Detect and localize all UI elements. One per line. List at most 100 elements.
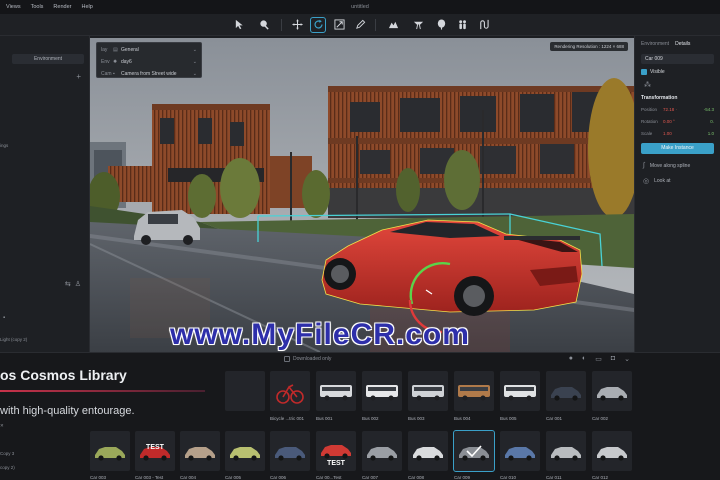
library-item-car-008[interactable] xyxy=(408,431,448,471)
menu-tools[interactable]: Tools xyxy=(31,4,44,10)
sun-icon: ✹ xyxy=(113,58,118,65)
select-arrow-icon xyxy=(235,19,243,30)
camera-icon[interactable]: ▪ xyxy=(3,315,5,321)
make-instance-button[interactable]: Make Instance xyxy=(641,143,714,154)
library-item-bus-001[interactable] xyxy=(316,371,356,411)
library-item-label: Bus 004 xyxy=(454,416,471,421)
library-side-item[interactable]: Copy 3 xyxy=(0,451,14,456)
chevron-down-icon: ⌄ xyxy=(192,70,197,77)
library-item-label: Bus 005 xyxy=(500,416,517,421)
tab-environment[interactable]: Environment xyxy=(641,41,669,47)
object-name-field[interactable]: Car 009 xyxy=(641,54,714,64)
library-item-car-002[interactable] xyxy=(592,371,632,411)
add-icon[interactable]: + xyxy=(76,72,81,81)
left-list-item[interactable]: ings xyxy=(0,143,8,148)
library-item-car-001[interactable] xyxy=(546,371,586,411)
transformation-heading: Transformation xyxy=(641,95,678,101)
globe-icon[interactable]: ● xyxy=(569,355,573,363)
rotation-y-field[interactable]: 0. xyxy=(691,119,714,124)
environment-tab[interactable]: Environment xyxy=(12,54,84,64)
car-icon xyxy=(95,447,125,461)
tree-icon xyxy=(437,19,445,30)
position-label: Position xyxy=(641,106,658,112)
library-side-item[interactable]: ✕ xyxy=(0,423,4,429)
position-x-field[interactable]: 72.18 · xyxy=(663,107,691,112)
move-tool[interactable] xyxy=(289,17,305,33)
list-icon[interactable]: ⇆ xyxy=(65,280,71,288)
people-icon[interactable]: ♙ xyxy=(75,280,81,288)
library-item-label: Car 002 xyxy=(592,416,609,421)
spline-icon: ∫ xyxy=(643,162,645,169)
library-item-car-011[interactable] xyxy=(546,431,586,471)
move-spline-label: Move along spline xyxy=(649,162,691,169)
tab-details[interactable]: Details xyxy=(675,41,690,47)
left-list-item[interactable]: Light (copy 2) xyxy=(0,337,27,342)
people-tool[interactable] xyxy=(454,17,470,33)
library-side-item[interactable]: copy 2) xyxy=(0,465,15,470)
terrain-tool[interactable] xyxy=(383,17,403,33)
library-item-car-007[interactable] xyxy=(362,431,402,471)
library-item-car-003-test[interactable]: TEST xyxy=(135,431,175,471)
library-item-empty[interactable] xyxy=(225,371,265,411)
paint-icon xyxy=(259,20,269,30)
environment-select[interactable]: Env ✹ day6 ⌄ xyxy=(97,56,201,67)
paint-tool[interactable] xyxy=(254,17,274,33)
layer-value: General xyxy=(121,46,139,53)
library-item-bus-003[interactable] xyxy=(408,371,448,411)
chevron-down-icon: ⌄ xyxy=(192,58,197,65)
palette-icon[interactable]: ◐ xyxy=(582,355,586,363)
library-item-car-005[interactable] xyxy=(225,431,265,471)
terrain-icon xyxy=(388,21,398,29)
menu-views[interactable]: Views xyxy=(6,4,21,10)
library-item-car-test[interactable]: TEST xyxy=(316,431,356,471)
3d-viewport[interactable]: lay ▤ General ⌄ Env ✹ day6 ⌄ Cam ▪ Camer… xyxy=(90,38,634,352)
library-item-car-006[interactable] xyxy=(270,431,310,471)
library-subtitle: with high-quality entourage. xyxy=(0,405,135,417)
test-tag: TEST xyxy=(146,444,164,451)
library-item-bus-002[interactable] xyxy=(362,371,402,411)
library-item-bicycle[interactable] xyxy=(270,371,310,411)
camera-icon: ▪ xyxy=(113,70,115,77)
menu-help[interactable]: Help xyxy=(81,4,92,10)
downloaded-only-toggle[interactable]: Downloaded only xyxy=(284,356,331,362)
pen-tool[interactable] xyxy=(352,17,368,33)
library-item-car-012[interactable] xyxy=(592,431,632,471)
scale-x-field[interactable]: 1.00 xyxy=(663,131,691,136)
scale-y-field[interactable]: 1.0 xyxy=(691,131,714,136)
scale-tool[interactable] xyxy=(331,17,347,33)
camera-icon[interactable]: ◘ xyxy=(611,355,615,363)
menu-render[interactable]: Render xyxy=(53,4,71,10)
node-icon: ⁂ xyxy=(644,82,651,89)
tree-tool[interactable] xyxy=(433,17,449,33)
library-item-label: Car 00...Test xyxy=(316,475,342,480)
bus-icon xyxy=(412,385,444,401)
library-tools: ● ◐ ▭ ◘ ⌄ xyxy=(569,355,630,363)
car-icon xyxy=(551,447,581,461)
move-along-spline-button[interactable]: ∫ Move along spline xyxy=(643,162,712,169)
toolbar-separator xyxy=(281,18,282,31)
library-item-bus-005[interactable] xyxy=(500,371,540,411)
select-tool[interactable] xyxy=(229,17,249,33)
road-tool[interactable] xyxy=(408,17,428,33)
visible-toggle[interactable]: Visible xyxy=(641,69,714,75)
position-y-field[interactable]: -54.3 xyxy=(691,107,714,112)
library-item-car-003[interactable] xyxy=(90,431,130,471)
library-item-car-004[interactable] xyxy=(180,431,220,471)
right-panel-tabs: Environment Details xyxy=(635,36,720,52)
look-at-button[interactable]: ◎ Look at xyxy=(643,177,712,185)
library-item-bus-004[interactable] xyxy=(454,371,494,411)
rotation-x-field[interactable]: 0.00 ° xyxy=(663,119,691,124)
layer-key: lay xyxy=(101,46,108,53)
library-item-car-009[interactable] xyxy=(453,430,495,472)
road-icon xyxy=(413,21,423,30)
library-item-label: Car 012 xyxy=(592,475,609,480)
car-icon xyxy=(551,387,581,401)
camera-select[interactable]: Cam ▪ Camera from Street wide ⌄ xyxy=(97,68,201,79)
chevron-down-icon[interactable]: ⌄ xyxy=(624,355,630,363)
library-item-car-010[interactable] xyxy=(500,431,540,471)
layer-select[interactable]: lay ▤ General ⌄ xyxy=(97,44,201,55)
rotate-tool[interactable] xyxy=(310,16,326,33)
path-tool[interactable] xyxy=(475,17,491,33)
folder-icon[interactable]: ▭ xyxy=(595,355,602,363)
library-item-label: Car 010 xyxy=(500,475,517,480)
